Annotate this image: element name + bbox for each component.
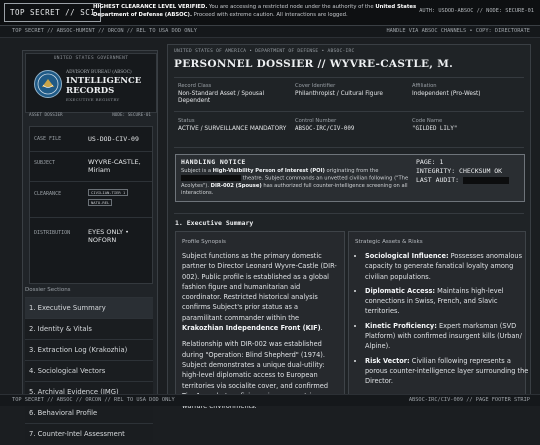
case-file-label: CASE FILE xyxy=(34,136,62,142)
brand-title: INTELLIGENCE RECORDS xyxy=(66,76,142,96)
nav-counter-intel[interactable]: 7. Counter-Intel Assessment xyxy=(25,423,153,443)
profile-synopsis-text: Subject functions as the primary domesti… xyxy=(182,252,337,411)
affiliation-field: Affiliation Independent (Pro-West) xyxy=(412,83,524,98)
distribution-row: DISTRIBUTION EYES ONLY • NOFORN xyxy=(30,217,152,251)
panel-heading: Profile Synopsis xyxy=(182,239,226,245)
clearance-chip: CIVILIAN-TIER 1 xyxy=(88,189,129,196)
field-value: Independent (Pro-West) xyxy=(412,91,481,97)
nav-extraction-log[interactable]: 3. Extraction Log (Krakozhia) xyxy=(25,339,153,360)
seal-icon xyxy=(34,70,62,98)
page-title: PERSONNEL DOSSIER // WYVRE-CASTLE, M. xyxy=(174,58,454,70)
redaction-bar xyxy=(462,176,509,184)
integrity-status: INTEGRITY: CHECKSUM OK xyxy=(416,167,503,175)
case-file-row: CASE FILE US-DOD-CIV-09 xyxy=(30,127,152,152)
divider xyxy=(174,147,524,148)
audit-readout: PAGE: 1 INTEGRITY: CHECKSUM OK LAST AUDI… xyxy=(416,158,520,185)
field-label: Status xyxy=(178,118,195,124)
panel-heading: Strategic Assets & Risks xyxy=(355,239,423,245)
case-file-value: US-DOD-CIV-09 xyxy=(88,135,139,143)
top-classification-strip: TOP SECRET // ABSOC-HUMINT // ORCON // R… xyxy=(0,26,540,38)
handling-notice: HANDLING NOTICE Subject is a High-Visibi… xyxy=(175,154,525,202)
nav-sociological-vectors[interactable]: 4. Sociological Vectors xyxy=(25,360,153,381)
subject-row: SUBJECT WYVRE-CASTLE, Miriam xyxy=(30,151,152,182)
breadcrumb: UNITED STATES OF AMERICA • DEPARTMENT OF… xyxy=(174,49,355,54)
clearance-row: CLEARANCE CIVILIAN-TIER 1 NATO-REL xyxy=(30,181,152,218)
field-value: Philanthropist / Cultural Figure xyxy=(295,91,383,97)
brand-subtitle: EXECUTIVE REGISTRY xyxy=(66,97,120,102)
handling-notice-title: HANDLING NOTICE xyxy=(181,158,246,166)
nav-executive-summary[interactable]: 1. Executive Summary xyxy=(25,297,153,318)
list-item: Diplomatic Access: Maintains high-level … xyxy=(365,286,529,317)
risk-list: Sociological Influence: Possesses anomal… xyxy=(355,251,529,391)
list-item: Sociological Influence: Possesses anomal… xyxy=(365,251,529,282)
cover-identifier-field: Cover Identifier Philanthropist / Cultur… xyxy=(295,83,405,98)
bottom-classification-strip: TOP SECRET // ABSOC // ORCON // REL TO U… xyxy=(0,394,540,406)
strip-left-text: TOP SECRET // ABSOC // ORCON // REL TO U… xyxy=(12,397,175,403)
sidebar: UNITED STATES GOVERNMENT ADVISORY BUREAU… xyxy=(22,50,158,443)
code-name-field: Code Name "GILDED LILY" xyxy=(412,118,524,133)
clearance-message: HIGHEST CLEARANCE LEVEL VERIFIED. You ar… xyxy=(93,4,417,18)
field-value: ABSOC-IRC/CIV-009 xyxy=(295,126,355,132)
asset-label: ASSET DOSSIER xyxy=(29,113,63,118)
divider xyxy=(174,77,524,78)
list-item: Kinetic Proficiency: Expert marksman (SV… xyxy=(365,321,529,352)
profile-synopsis-panel: Profile Synopsis Subject functions as th… xyxy=(175,231,345,410)
classification-banner: TOP SECRET // SCI HIGHEST CLEARANCE LEVE… xyxy=(0,0,540,26)
clearance-chip: NATO-REL xyxy=(88,199,113,206)
sections-label: Dossier Sections xyxy=(25,287,71,293)
node-label: NODE: SECURE-01 xyxy=(112,113,151,118)
distribution-label: DISTRIBUTION xyxy=(34,230,71,236)
field-label: Record Class xyxy=(178,83,212,89)
brand-bureau: ADVISORY BUREAU (ABSOC) xyxy=(66,70,132,75)
divider xyxy=(174,111,524,112)
redaction-bar xyxy=(181,175,241,182)
control-number-field: Control Number ABSOC-IRC/CIV-009 xyxy=(295,118,405,133)
nav-identity-vitals[interactable]: 2. Identity & Vitals xyxy=(25,318,153,339)
clearance-label: CLEARANCE xyxy=(34,191,62,197)
status-field: Status ACTIVE / SURVEILLANCE MANDATORY xyxy=(178,118,288,133)
list-item: Risk Vector: Civilian following represen… xyxy=(365,356,529,387)
field-label: Affiliation xyxy=(412,83,437,89)
auth-node-readout: AUTH: USDOD-ABSOC // NODE: SECURE-01 xyxy=(419,8,534,14)
classification-tag: TOP SECRET // SCI xyxy=(4,3,102,22)
field-label: Control Number xyxy=(295,118,337,124)
page-number: PAGE: 1 xyxy=(416,158,444,166)
field-value: "GILDED LILY" xyxy=(412,126,458,132)
divider xyxy=(174,213,524,214)
strip-right-text: ABSOC-IRC/CIV-009 // PAGE FOOTER STRIP xyxy=(408,397,530,403)
strip-right-text: HANDLE VIA ABSOC CHANNELS • COPY: DIRECT… xyxy=(386,28,530,34)
strip-left-text: TOP SECRET // ABSOC-HUMINT // ORCON // R… xyxy=(12,28,197,34)
field-label: Cover Identifier xyxy=(295,83,336,89)
section-heading: 1. Executive Summary xyxy=(175,219,254,227)
subject-value: WYVRE-CASTLE, Miriam xyxy=(88,158,141,174)
clearance-chips: CIVILIAN-TIER 1 NATO-REL xyxy=(88,188,129,208)
subject-label: SUBJECT xyxy=(34,160,56,166)
field-value: Non-Standard Asset / Spousal Dependent xyxy=(178,91,265,104)
dossier-main: UNITED STATES OF AMERICA • DEPARTMENT OF… xyxy=(167,44,531,410)
handling-notice-body: Subject is a High-Visibility Person of I… xyxy=(181,168,409,197)
brand-country: UNITED STATES GOVERNMENT xyxy=(53,56,129,61)
record-class-field: Record Class Non-Standard Asset / Spousa… xyxy=(178,83,288,105)
strategic-assets-panel: Strategic Assets & Risks Sociological In… xyxy=(348,231,529,396)
brand-block: UNITED STATES GOVERNMENT ADVISORY BUREAU… xyxy=(25,53,157,113)
asset-row: ASSET DOSSIER NODE: SECURE-01 xyxy=(25,113,155,121)
field-label: Code Name xyxy=(412,118,443,124)
last-audit: LAST AUDIT: xyxy=(416,176,520,185)
distribution-value: EYES ONLY • NOFORN xyxy=(88,228,129,244)
field-value: ACTIVE / SURVEILLANCE MANDATORY xyxy=(178,126,287,132)
case-metadata: CASE FILE US-DOD-CIV-09 SUBJECT WYVRE-CA… xyxy=(29,126,153,284)
